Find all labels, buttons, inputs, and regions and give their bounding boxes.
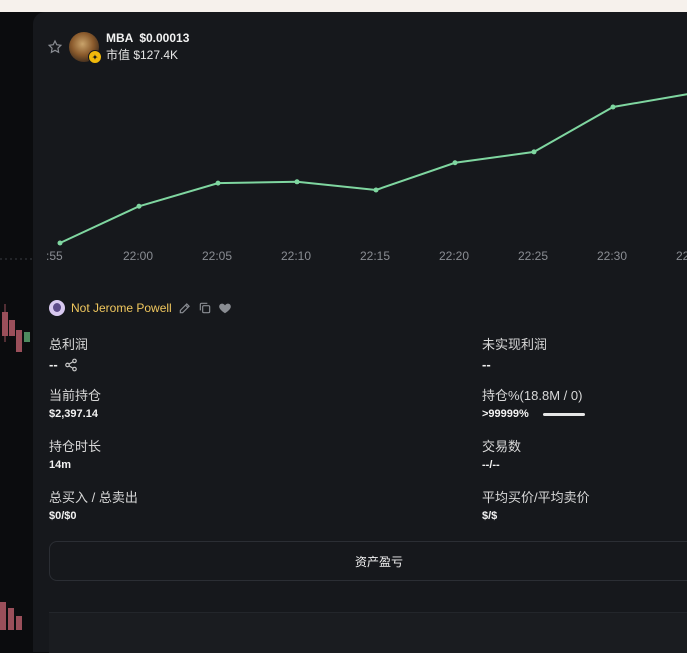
stat-value: >99999% [482, 408, 529, 420]
asset-pnl-button[interactable]: 资产盈亏 [49, 541, 687, 581]
x-tick-label: :55 [46, 249, 63, 263]
price-point [452, 160, 458, 166]
stat-current-holding: 当前持仓 $2,397.14 [49, 385, 101, 420]
token-avatar: ✦ [69, 32, 102, 64]
stat-label: 未实现利润 [482, 337, 548, 352]
x-tick-label: 22:00 [123, 249, 153, 263]
stat-buy-sell-total: 总买入 / 总卖出 $0/$0 [49, 487, 138, 522]
stat-value: $0/$0 [49, 510, 77, 522]
trader-avatar [49, 300, 65, 316]
footer-table-header [49, 612, 687, 653]
top-strip [0, 0, 687, 12]
token-header: ✦ MBA $0.00013 市值 $127.4K [47, 30, 189, 64]
stat-label: 总买入 / 总卖出 [49, 490, 138, 505]
stat-value: 14m [49, 459, 72, 471]
x-tick-label: 22:10 [281, 249, 311, 263]
price-point [294, 179, 300, 185]
x-tick-label: 22:25 [518, 249, 548, 263]
stat-label: 总利润 [49, 337, 89, 352]
position-detail-panel: ✦ MBA $0.00013 市值 $127.4K :55 22:00 22:05 22… [33, 12, 687, 653]
stat-label: 当前持仓 [49, 388, 102, 403]
x-tick-label: 22:20 [439, 249, 469, 263]
stat-value: -- [49, 357, 58, 372]
stat-value: $2,397.14 [49, 408, 98, 420]
token-symbol: MBA [106, 31, 134, 45]
x-tick-label: 22:35 [676, 249, 687, 263]
trader-row: Not Jerome Powell [49, 300, 232, 316]
price-point [136, 203, 142, 209]
stat-unrealized-profit: 未实现利润 -- [482, 334, 547, 372]
stat-value: $/$ [482, 510, 498, 522]
stat-avg-buy-sell: 平均买价/平均卖价 $/$ [482, 487, 590, 522]
x-tick-label: 22:05 [202, 249, 232, 263]
price-point [531, 149, 537, 155]
share-icon[interactable] [64, 358, 78, 372]
stat-label: 交易数 [482, 439, 522, 454]
market-cap: 市值 $127.4K [106, 48, 179, 62]
price-point [215, 180, 221, 186]
holding-progress-bar [542, 412, 585, 416]
x-tick-label: 22:15 [360, 249, 390, 263]
price-series-line [59, 93, 687, 244]
stat-total-profit: 总利润 -- [49, 334, 88, 372]
stat-label: 持仓%(18.8M / 0) [482, 388, 583, 403]
pencil-icon[interactable] [178, 301, 192, 315]
stat-value: --/-- [482, 459, 500, 471]
price-point [610, 104, 616, 110]
price-point [373, 187, 379, 193]
stat-label: 平均买价/平均卖价 [482, 490, 590, 505]
copy-icon[interactable] [198, 301, 212, 315]
stat-holding-percent: 持仓%(18.8M / 0) >99999% [482, 385, 585, 420]
x-tick-label: 22:30 [597, 249, 627, 263]
stat-label: 持仓时长 [49, 439, 102, 454]
token-price: $0.00013 [139, 31, 190, 45]
star-icon[interactable] [47, 39, 63, 55]
heart-icon[interactable] [218, 301, 232, 315]
stat-value: -- [482, 357, 491, 372]
price-line-chart: :55 22:00 22:05 22:10 22:15 22:20 22:25 22:30 22… [46, 93, 687, 263]
stat-holding-duration: 持仓时长 14m [49, 436, 101, 471]
price-point [57, 240, 63, 246]
stat-trade-count: 交易数 --/-- [482, 436, 521, 471]
verified-badge-icon: ✦ [88, 50, 102, 64]
trader-name[interactable]: Not Jerome Powell [71, 301, 172, 315]
